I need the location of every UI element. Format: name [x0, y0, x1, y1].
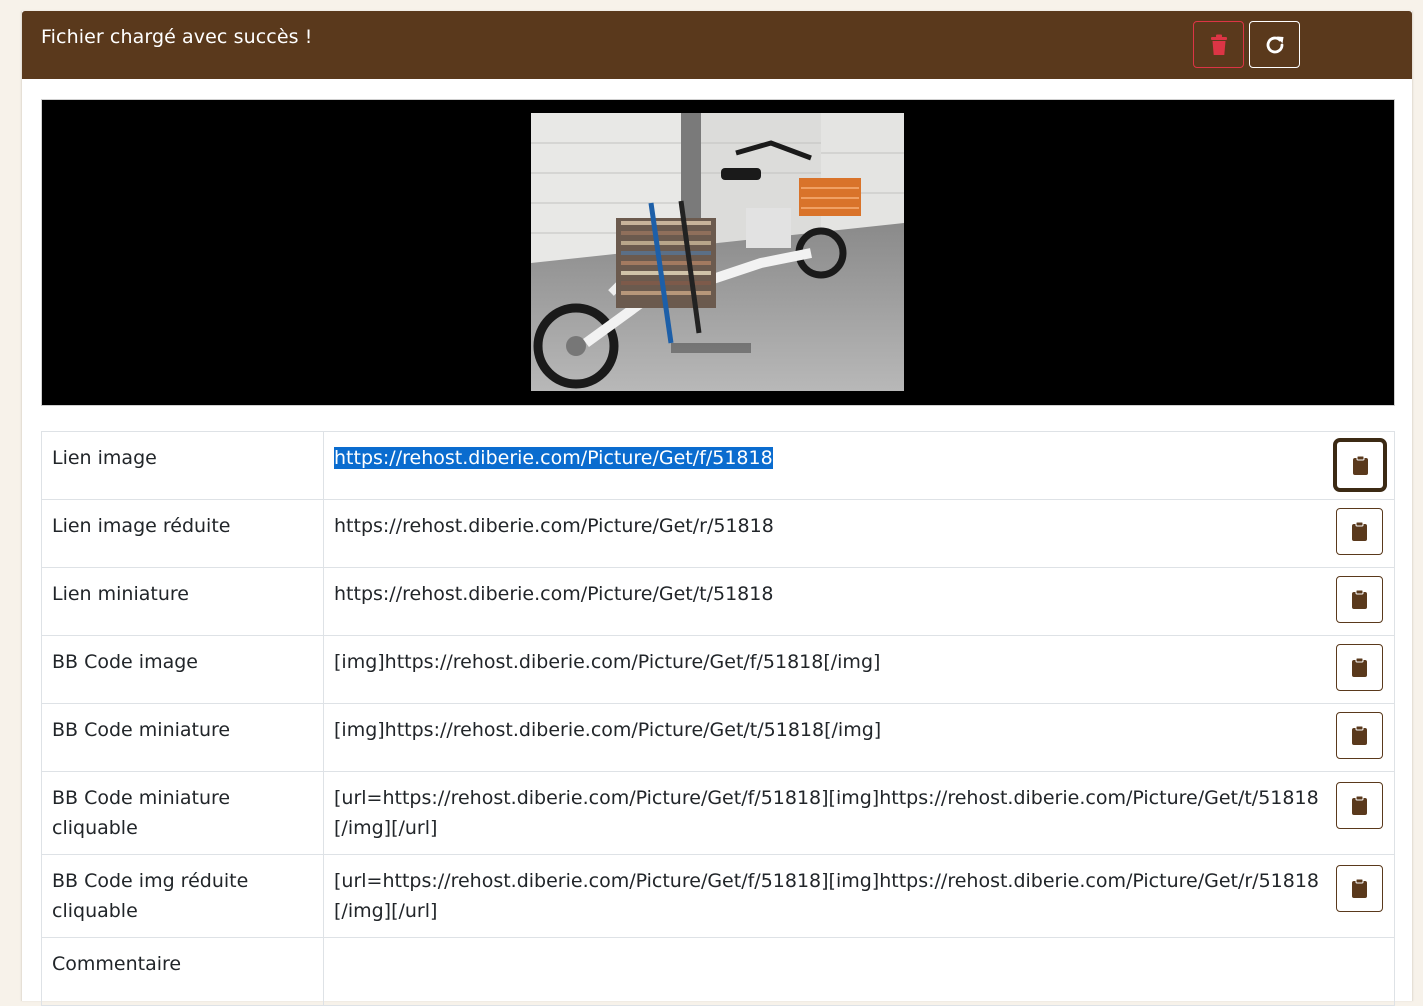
table-row: Lien miniature https://rehost.diberie.co…	[41, 567, 1395, 636]
row-value-cell: [img]https://rehost.diberie.com/Picture/…	[323, 635, 1395, 704]
row-label: Lien image réduite	[41, 499, 324, 568]
table-row: Commentaire	[41, 937, 1395, 1006]
row-value-cell: [url=https://rehost.diberie.com/Picture/…	[323, 771, 1395, 855]
uploaded-photo	[531, 113, 904, 391]
delete-button[interactable]	[1193, 21, 1244, 68]
clipboard-icon	[1352, 879, 1367, 898]
row-value[interactable]: https://rehost.diberie.com/Picture/Get/f…	[334, 447, 773, 469]
table-row: BB Code image [img]https://rehost.diberi…	[41, 635, 1395, 704]
row-value[interactable]: [url=https://rehost.diberie.com/Picture/…	[334, 870, 1319, 922]
table-row: BB Code img réduite cliquable [url=https…	[41, 854, 1395, 938]
clipboard-icon	[1352, 658, 1367, 677]
table-row: BB Code miniature cliquable [url=https:/…	[41, 771, 1395, 855]
card-header: Fichier chargé avec succès !	[22, 11, 1412, 79]
refresh-icon	[1266, 36, 1283, 53]
copy-button[interactable]	[1336, 508, 1383, 555]
row-value-cell: https://rehost.diberie.com/Picture/Get/r…	[323, 499, 1395, 568]
row-value[interactable]: https://rehost.diberie.com/Picture/Get/t…	[334, 583, 773, 605]
clipboard-icon	[1352, 726, 1367, 745]
copy-button[interactable]	[1336, 782, 1383, 829]
table-row: Lien image réduite https://rehost.diberi…	[41, 499, 1395, 568]
image-preview	[41, 99, 1395, 406]
clipboard-icon	[1352, 522, 1367, 541]
row-label: BB Code img réduite cliquable	[41, 854, 324, 938]
row-label: BB Code miniature cliquable	[41, 771, 324, 855]
row-value-cell: https://rehost.diberie.com/Picture/Get/t…	[323, 567, 1395, 636]
row-value[interactable]: [img]https://rehost.diberie.com/Picture/…	[334, 719, 881, 741]
row-label: BB Code image	[41, 635, 324, 704]
copy-button[interactable]	[1336, 865, 1383, 912]
header-title: Fichier chargé avec succès !	[41, 26, 313, 48]
row-value-cell: https://rehost.diberie.com/Picture/Get/f…	[323, 431, 1395, 500]
row-value[interactable]: https://rehost.diberie.com/Picture/Get/r…	[334, 515, 774, 537]
row-value[interactable]: [img]https://rehost.diberie.com/Picture/…	[334, 651, 880, 673]
copy-button[interactable]	[1336, 644, 1383, 691]
trash-icon	[1210, 34, 1227, 55]
copy-button[interactable]	[1336, 576, 1383, 623]
row-value-cell: [img]https://rehost.diberie.com/Picture/…	[323, 703, 1395, 772]
refresh-button[interactable]	[1249, 21, 1300, 68]
clipboard-icon	[1352, 590, 1367, 609]
copy-button[interactable]	[1336, 712, 1383, 759]
row-value[interactable]: [url=https://rehost.diberie.com/Picture/…	[334, 787, 1319, 839]
comment-value	[323, 937, 1395, 1006]
row-label: Commentaire	[41, 937, 324, 1006]
copy-button[interactable]	[1333, 438, 1387, 492]
clipboard-icon	[1352, 796, 1367, 815]
upload-result-card: Fichier chargé avec succès ! Lien image …	[21, 11, 1413, 1006]
row-label: Lien miniature	[41, 567, 324, 636]
clipboard-icon	[1352, 455, 1368, 475]
links-table: Lien image https://rehost.diberie.com/Pi…	[41, 431, 1395, 1006]
table-row: Lien image https://rehost.diberie.com/Pi…	[41, 431, 1395, 500]
table-row: BB Code miniature [img]https://rehost.di…	[41, 703, 1395, 772]
row-label: Lien image	[41, 431, 324, 500]
row-label: BB Code miniature	[41, 703, 324, 772]
row-value-cell: [url=https://rehost.diberie.com/Picture/…	[323, 854, 1395, 938]
